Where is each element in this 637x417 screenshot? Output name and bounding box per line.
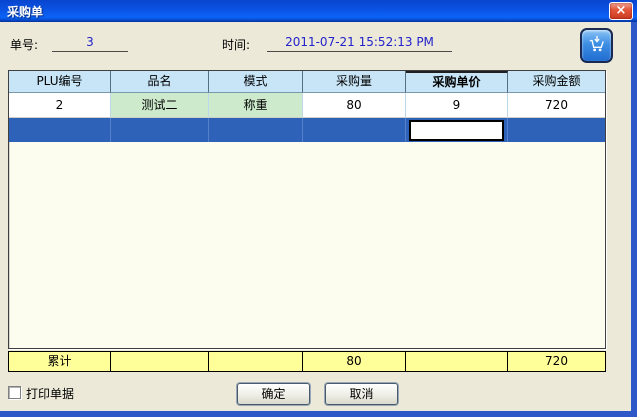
totals-row: 累计 80 720 [8, 351, 606, 372]
selected-new-row[interactable] [9, 118, 605, 142]
cell-unit-price[interactable]: 9 [406, 93, 508, 118]
time-label: 时间: [222, 36, 250, 53]
purchase-items-grid: PLU编号 品名 模式 采购量 采购单价 采购金额 2 测试二 称重 80 9 … [8, 70, 606, 349]
column-header-unit-price[interactable]: 采购单价 [406, 71, 508, 93]
new-cell-name[interactable] [111, 118, 209, 142]
column-header-plu[interactable]: PLU编号 [9, 71, 111, 93]
cell-qty[interactable]: 80 [303, 93, 406, 118]
title-bar: 采购单 × [0, 0, 637, 22]
close-icon[interactable]: × [609, 2, 633, 20]
order-number-label: 单号: [10, 36, 38, 53]
column-header-mode[interactable]: 模式 [209, 71, 303, 93]
ok-button[interactable]: 确定 [237, 383, 310, 405]
column-header-qty[interactable]: 采购量 [303, 71, 406, 93]
new-cell-plu[interactable] [9, 118, 111, 142]
order-number-value: 3 [52, 35, 128, 52]
cell-mode[interactable]: 称重 [209, 93, 303, 118]
new-cell-qty[interactable] [303, 118, 406, 142]
new-cell-unit-price [406, 118, 508, 142]
column-header-amount[interactable]: 采购金额 [508, 71, 605, 93]
table-row[interactable]: 2 测试二 称重 80 9 720 [9, 93, 605, 118]
new-cell-amount[interactable] [508, 118, 605, 142]
cell-plu[interactable]: 2 [9, 93, 111, 118]
cell-name[interactable]: 测试二 [111, 93, 209, 118]
time-value: 2011-07-21 15:52:13 PM [267, 35, 452, 52]
totals-name-cell [111, 352, 209, 371]
column-header-name[interactable]: 品名 [111, 71, 209, 93]
totals-amount: 720 [508, 352, 605, 371]
cell-amount[interactable]: 720 [508, 93, 605, 118]
window-title: 采购单 [7, 3, 43, 20]
grid-header-row: PLU编号 品名 模式 采购量 采购单价 采购金额 [9, 71, 605, 93]
totals-label: 累计 [9, 352, 111, 371]
cancel-button[interactable]: 取消 [325, 383, 398, 405]
shopping-cart-icon [586, 33, 608, 59]
unit-price-edit-input[interactable] [409, 120, 504, 141]
print-receipt-checkbox[interactable] [8, 386, 21, 399]
add-item-cart-button[interactable] [580, 28, 613, 63]
print-receipt-label: 打印单据 [26, 385, 74, 402]
purchase-order-dialog: 采购单 × 单号: 3 时间: 2011-07-21 15:52:13 PM P… [0, 0, 637, 417]
dialog-body: 单号: 3 时间: 2011-07-21 15:52:13 PM PLU编号 品… [0, 22, 631, 411]
totals-mode-cell [209, 352, 303, 371]
new-cell-mode[interactable] [209, 118, 303, 142]
totals-unit-price-cell [406, 352, 508, 371]
totals-qty: 80 [303, 352, 406, 371]
